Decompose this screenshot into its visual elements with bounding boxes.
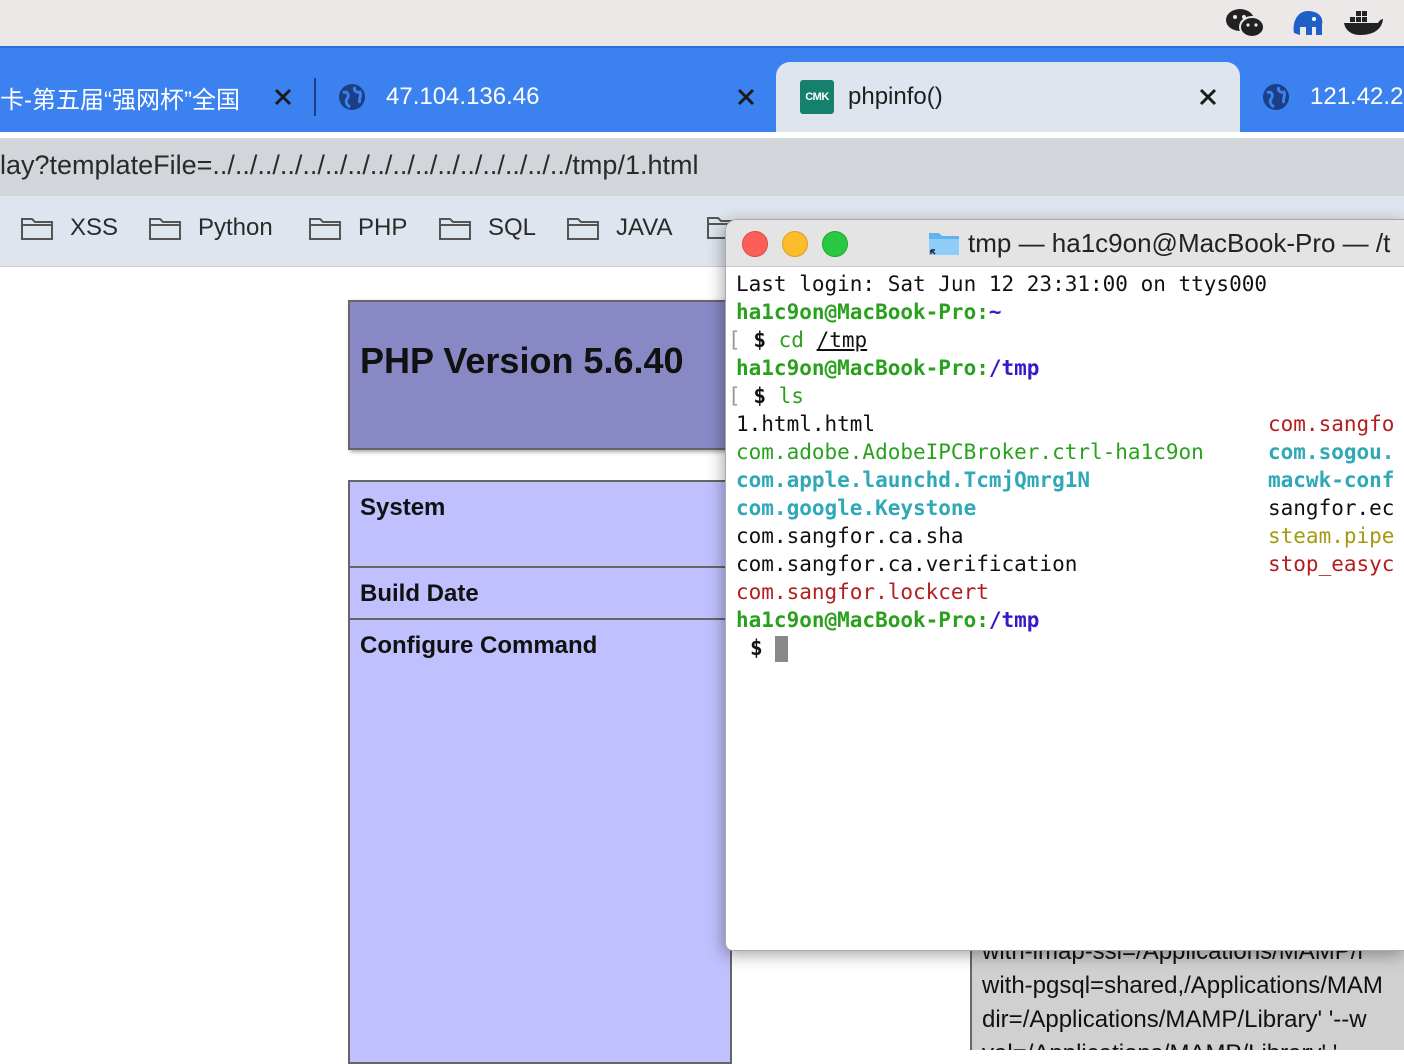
ls-entry: sangfor.ec	[1268, 496, 1395, 520]
bookmark-label: JAVA	[616, 214, 673, 241]
tab-ip-address[interactable]: 47.104.136.46	[338, 62, 768, 132]
prompt-user: ha1c9on@MacBook-Pro	[736, 356, 977, 380]
ls-entry: com.sangfo	[1268, 412, 1395, 436]
prompt-dollar: $	[753, 328, 766, 352]
close-icon[interactable]	[272, 86, 294, 108]
address-bar[interactable]: lay?templateFile=../../../../../../../..…	[0, 138, 1404, 196]
zoom-window-button[interactable]	[822, 231, 848, 257]
tab-separator	[314, 78, 316, 116]
prompt-dollar: $	[750, 636, 763, 660]
prompt-path: /tmp	[988, 356, 1040, 380]
prompt-line: ha1c9on@MacBook-Pro:/tmp	[736, 606, 1039, 634]
php-version-header: PHP Version 5.6.40	[348, 300, 732, 450]
info-row-system: System	[350, 482, 730, 568]
bookmark-java[interactable]: JAVA	[566, 214, 672, 242]
command-arg: /tmp	[816, 328, 868, 352]
docker-icon[interactable]	[1342, 7, 1384, 39]
bookmark-php[interactable]: PHP	[308, 214, 407, 242]
globe-icon	[339, 84, 365, 110]
row-label: Build Date	[360, 580, 479, 607]
row-label: System	[360, 494, 446, 521]
php-version-title: PHP Version 5.6.40	[360, 340, 684, 381]
prompt-separator: :	[976, 300, 989, 324]
last-login-line: Last login: Sat Jun 12 23:31:00 on ttys0…	[736, 272, 1268, 296]
tab-ip-address-2[interactable]: 121.42.2	[1262, 62, 1404, 132]
configure-line: val=/Applications/MAMP/Library' '--	[982, 1040, 1353, 1050]
globe-icon	[1263, 84, 1289, 110]
ls-entry: com.google.Keystone	[736, 496, 977, 520]
tab-qwb[interactable]: 卡-第五届“强网杯”全国	[0, 62, 300, 132]
prompt-line: ha1c9on@MacBook-Pro:~	[736, 298, 1002, 326]
prompt-user: ha1c9on@MacBook-Pro	[736, 608, 977, 632]
terminal-title: tmp — ha1c9on@MacBook-Pro — /t	[968, 228, 1391, 258]
tab-title: phpinfo()	[848, 83, 943, 110]
prompt-line: ha1c9on@MacBook-Pro:/tmp	[736, 354, 1039, 382]
ls-entry: com.sangfor.lockcert	[736, 580, 989, 604]
close-icon[interactable]	[1197, 86, 1219, 108]
command-name: ls	[778, 384, 804, 408]
prompt-user: ha1c9on@MacBook-Pro	[736, 300, 977, 324]
php-info-table: System Build Date Configure Command	[348, 480, 732, 1064]
row-label: Configure Command	[360, 632, 598, 659]
close-window-button[interactable]	[742, 231, 768, 257]
mark-bracket: [	[728, 384, 741, 408]
ls-entry: com.apple.launchd.TcmjQmrg1N	[736, 468, 1091, 492]
folder-icon	[21, 218, 53, 240]
url-text[interactable]: lay?templateFile=../../../../../../../..…	[0, 150, 698, 181]
bookmark-python[interactable]: Python	[148, 214, 273, 242]
prompt-path: /tmp	[988, 608, 1040, 632]
tab-phpinfo[interactable]: CMK phpinfo()	[776, 62, 1240, 132]
sequel-pro-icon[interactable]	[1288, 7, 1330, 39]
input-line[interactable]: $	[750, 634, 789, 662]
mark-bracket: [	[728, 328, 741, 352]
bookmark-xss[interactable]: XSS	[20, 214, 118, 242]
folder-icon	[567, 218, 599, 240]
ls-entry: 1.html.html	[736, 412, 876, 436]
ls-entry: steam.pipe	[1268, 524, 1395, 548]
tab-title: 121.42.2	[1310, 83, 1404, 110]
folder-icon	[149, 218, 181, 240]
terminal-window[interactable]: tmp — ha1c9on@MacBook-Pro — /t Last logi…	[725, 219, 1404, 951]
prompt-separator: :	[976, 356, 989, 380]
cmk-icon: CMK	[800, 80, 834, 114]
bookmark-label: PHP	[358, 214, 408, 241]
terminal-titlebar[interactable]: tmp — ha1c9on@MacBook-Pro — /t	[726, 220, 1404, 267]
folder-icon	[929, 233, 959, 255]
prompt-dollar: $	[753, 384, 766, 408]
close-icon[interactable]	[735, 86, 757, 108]
prompt-path: ~	[988, 300, 1002, 324]
bookmark-label: Python	[198, 214, 273, 241]
bookmark-label: XSS	[70, 214, 119, 241]
ls-entry: com.sangfor.ca.sha	[736, 524, 964, 548]
folder-icon	[309, 218, 341, 240]
folder-icon	[439, 218, 471, 240]
bookmark-label: SQL	[488, 214, 537, 241]
wechat-icon[interactable]	[1224, 7, 1266, 39]
command-line: [ $ ls	[728, 382, 804, 410]
configure-line: dir=/Applications/MAMP/Library' '--w	[982, 1006, 1367, 1033]
info-row-build-date: Build Date	[350, 568, 730, 620]
prompt-separator: :	[976, 608, 989, 632]
command-name: cd	[778, 328, 804, 352]
ls-entry: com.adobe.AdobeIPCBroker.ctrl-ha1c9on	[736, 440, 1204, 464]
text-cursor	[775, 636, 789, 662]
tab-title: 47.104.136.46	[386, 83, 540, 110]
bookmark-sql[interactable]: SQL	[438, 214, 536, 242]
minimize-window-button[interactable]	[782, 231, 808, 257]
ls-entry: com.sangfor.ca.verification	[736, 552, 1078, 576]
configure-line: with-pgsql=shared,/Applications/MAM	[982, 972, 1383, 999]
ls-entry: stop_easyc	[1268, 552, 1395, 576]
ls-entry: com.sogou.	[1268, 440, 1395, 464]
tab-title: 卡-第五届“强网杯”全国	[0, 86, 240, 114]
command-line: [ $ cd /tmp	[728, 326, 867, 354]
info-row-configure-command: Configure Command	[350, 620, 730, 1060]
menu-bar	[0, 0, 1404, 46]
ls-entry: macwk-conf	[1268, 468, 1395, 492]
configure-command-value: with-imap-ssl=/Applications/MAMP/l with-…	[970, 938, 1404, 1050]
